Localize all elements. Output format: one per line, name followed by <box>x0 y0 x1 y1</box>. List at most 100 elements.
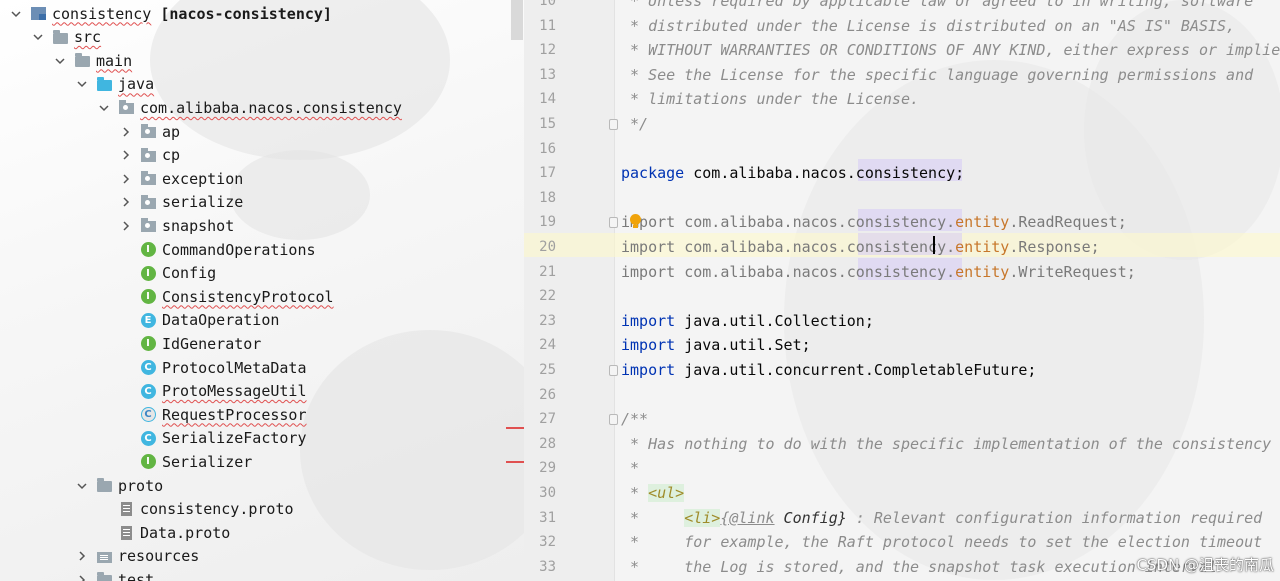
tree-item[interactable]: I Serializer <box>118 450 252 473</box>
code-line[interactable]: * Has nothing to do with the specific im… <box>621 432 1280 456</box>
class-name: .ReadRequest; <box>1009 213 1127 232</box>
tree-item[interactable]: C SerializeFactory <box>118 427 307 450</box>
tree-item[interactable]: java <box>74 73 154 96</box>
comment-text: * Unless required by applicable law or a… <box>621 0 1254 10</box>
code-line[interactable]: import java.util.Set; <box>621 333 811 357</box>
line-number: 27 <box>539 411 556 428</box>
javadoc-link: {@link <box>720 508 775 527</box>
chevron-down-icon[interactable] <box>52 53 68 69</box>
tree-item[interactable]: com.alibaba.nacos.consistency <box>96 96 402 119</box>
chevron-right-icon[interactable] <box>74 548 90 564</box>
error-stripe-mark[interactable] <box>506 427 524 429</box>
tree-item[interactable]: snapshot <box>118 214 234 237</box>
code-editor[interactable]: 10 * Unless required by applicable law o… <box>524 0 1280 581</box>
tree-item[interactable]: E DataOperation <box>118 309 279 332</box>
tree-item-label: SerializeFactory <box>162 429 307 448</box>
tree-item[interactable]: I IdGenerator <box>118 332 261 355</box>
tree-item[interactable]: C RequestProcessor <box>118 403 307 426</box>
statement-text: com.alibaba.nacos.consistency; <box>684 164 965 183</box>
code-line[interactable]: */ <box>621 112 648 136</box>
tree-item[interactable]: I Config <box>118 262 216 285</box>
chevron-down-icon[interactable] <box>30 29 46 45</box>
chevron-down-icon[interactable] <box>96 100 112 116</box>
code-line[interactable]: * the Log is stored, and the snapshot ta… <box>621 555 1217 579</box>
chevron-right-icon[interactable] <box>118 124 134 140</box>
package-path: com.alibaba.nacos.consistency. <box>675 213 956 232</box>
class-name: .WriteRequest; <box>1009 262 1136 281</box>
tree-item[interactable]: main <box>52 49 132 72</box>
chevron-down-icon[interactable] <box>8 6 24 22</box>
comment-text: * limitations under the License. <box>621 90 920 109</box>
code-line[interactable]: * <ul> <box>621 481 685 505</box>
code-line[interactable]: * See the License for the specific langu… <box>621 63 1253 87</box>
chevron-right-icon[interactable] <box>74 572 90 581</box>
tree-item[interactable]: exception <box>118 167 243 190</box>
code-line[interactable]: * <box>621 456 639 480</box>
line-number: 22 <box>539 288 556 305</box>
source-folder-icon <box>96 76 112 92</box>
code-line[interactable]: import java.util.concurrent.CompletableF… <box>621 358 1036 382</box>
tree-item[interactable]: src <box>30 26 101 49</box>
tree-item[interactable]: C ProtocolMetaData <box>118 356 307 379</box>
fold-marker-icon[interactable] <box>609 414 618 426</box>
chevron-down-icon[interactable] <box>74 76 90 92</box>
tree-item[interactable]: ap <box>118 120 180 143</box>
comment-text: * <box>621 459 640 478</box>
line-number: 13 <box>539 66 556 83</box>
tree-item-label: cp <box>162 146 181 165</box>
tree-scrollbar-thumb[interactable] <box>511 0 523 40</box>
code-line[interactable]: import java.util.Collection; <box>621 309 874 333</box>
folder-icon <box>52 29 68 45</box>
chevron-right-icon[interactable] <box>118 147 134 163</box>
tree-item[interactable]: consistency.proto <box>96 498 294 521</box>
code-line[interactable]: package com.alibaba.nacos.consistency; <box>621 161 964 185</box>
comment-text: * See the License for the specific langu… <box>621 65 1254 84</box>
tree-item[interactable]: proto <box>74 474 163 497</box>
code-line[interactable]: * Unless required by applicable law or a… <box>621 0 1253 13</box>
fold-marker-icon[interactable] <box>609 365 618 376</box>
javadoc-ref: Config} <box>774 508 847 527</box>
error-stripe-mark[interactable] <box>506 461 524 463</box>
statement-text: java.util.concurrent.CompletableFuture; <box>675 361 1037 379</box>
tree-item-label: ConsistencyProtocol <box>162 287 334 306</box>
tree-item[interactable]: cp <box>118 144 180 167</box>
line-number: 23 <box>539 312 556 329</box>
chevron-right-icon[interactable] <box>118 218 134 234</box>
code-line[interactable]: /** <box>621 407 648 431</box>
keyword: import <box>621 361 676 379</box>
code-line[interactable]: * distributed under the License is distr… <box>621 14 1235 38</box>
comment-prefix: * <box>621 508 685 527</box>
chevron-right-icon[interactable] <box>118 171 134 187</box>
tree-item[interactable]: I ConsistencyProtocol <box>118 285 334 308</box>
tree-item-label: consistency <box>52 4 152 23</box>
fold-marker-icon[interactable] <box>609 217 618 229</box>
code-line[interactable]: import com.alibaba.nacos.consistency.ent… <box>621 210 1127 234</box>
fold-marker-icon[interactable] <box>609 119 618 130</box>
tree-item[interactable]: Data.proto <box>96 521 230 544</box>
line-number: 15 <box>539 116 556 132</box>
code-line[interactable]: * for example, the Raft protocol needs t… <box>621 530 1262 554</box>
chevron-right-icon[interactable] <box>118 194 134 210</box>
tree-item[interactable]: I CommandOperations <box>118 238 316 261</box>
tree-item[interactable]: C ProtoMessageUtil <box>118 380 307 403</box>
statement-text: java.util.Collection; <box>675 311 874 330</box>
keyword: import <box>621 311 676 330</box>
comment-text: * Has nothing to do with the specific im… <box>621 434 1280 453</box>
lightbulb-icon[interactable] <box>630 214 641 228</box>
tree-item[interactable]: resources <box>74 545 199 568</box>
code-line[interactable]: import com.alibaba.nacos.consistency.ent… <box>621 235 1100 259</box>
tree-item[interactable]: serialize <box>118 191 243 214</box>
abstract-class-icon: C <box>140 407 156 423</box>
code-line[interactable]: * WITHOUT WARRANTIES OR CONDITIONS OF AN… <box>621 38 1280 62</box>
package-icon <box>140 218 156 234</box>
code-line[interactable]: * limitations under the License. <box>621 87 919 111</box>
code-line[interactable]: * <li>{@link Config} : Relevant configur… <box>621 506 1262 530</box>
code-line[interactable]: import com.alibaba.nacos.consistency.ent… <box>621 260 1136 284</box>
line-number: 17 <box>539 165 556 182</box>
interface-icon: I <box>140 242 156 258</box>
tree-item[interactable]: test <box>74 568 154 581</box>
tree-item[interactable]: consistency [nacos-consistency] <box>8 2 332 25</box>
line-number: 18 <box>539 189 556 206</box>
chevron-down-icon[interactable] <box>74 478 90 494</box>
